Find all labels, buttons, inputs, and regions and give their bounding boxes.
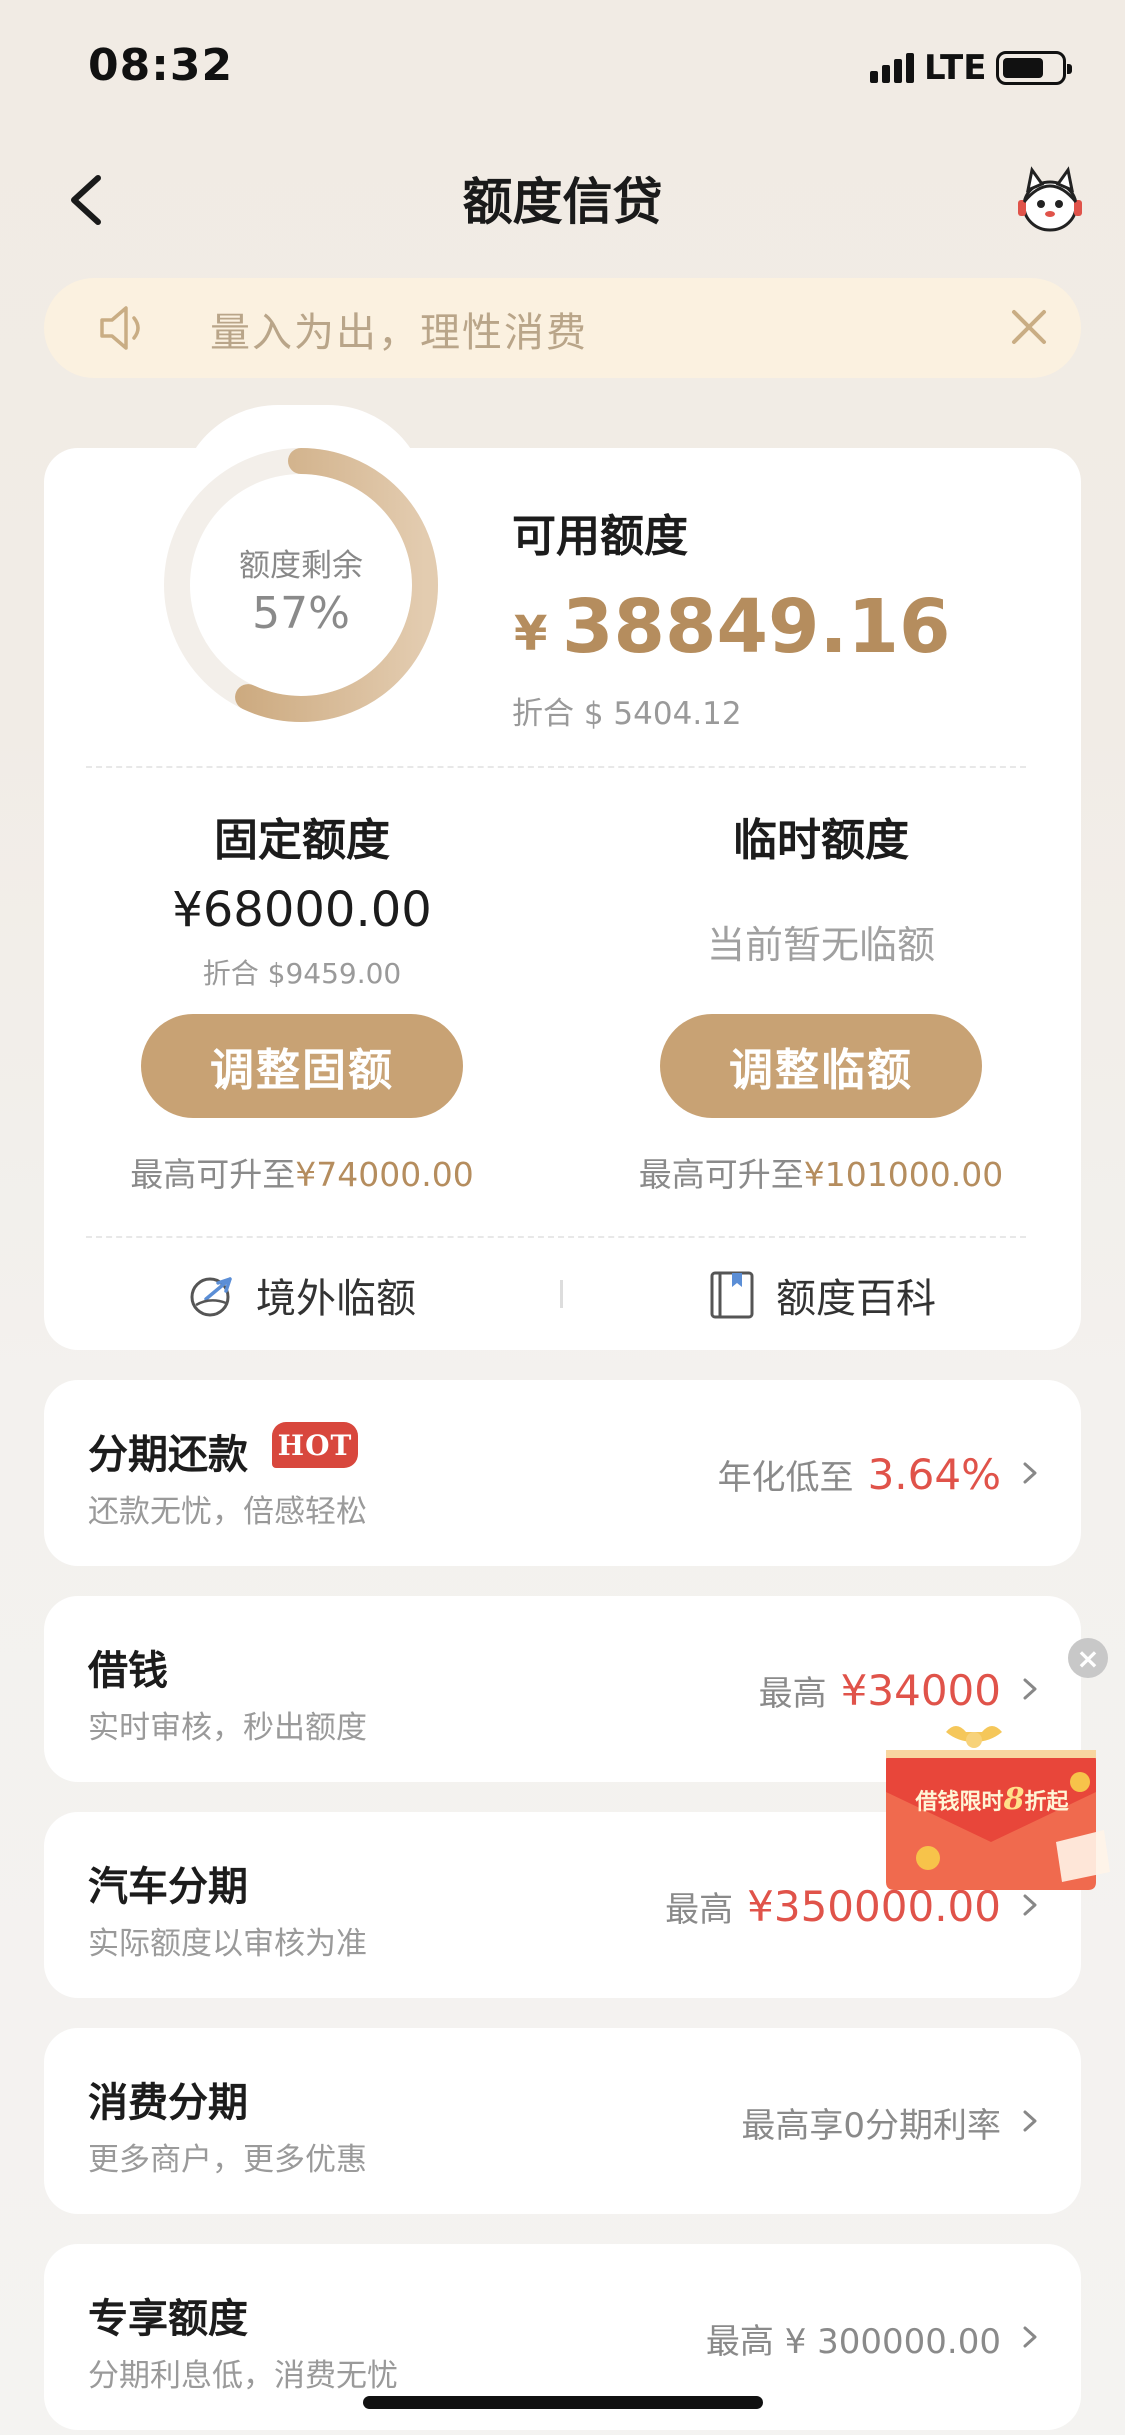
product-subtitle: 实际额度以审核为准 (88, 1926, 367, 1962)
fixed-credit-title: 固定额度 (214, 815, 390, 866)
product-right-label: 年化低至 (717, 1458, 854, 1498)
fixed-max-text: 最高可升至¥74000.00 (72, 1148, 532, 1196)
product-right-text: 最高享0分期利率 (741, 2106, 1001, 2146)
mascot-service-icon[interactable] (1010, 160, 1090, 240)
close-icon (1012, 310, 1046, 344)
product-right-label: 最高 (758, 1674, 827, 1714)
temporary-max-prefix: 最高可升至 (638, 1155, 804, 1194)
notice-close-button[interactable] (1004, 302, 1054, 352)
promo-text-before: 借钱限时 (915, 1789, 1004, 1815)
home-indicator[interactable] (363, 2396, 763, 2409)
remaining-label: 额度剩余 (239, 548, 363, 584)
available-converted: 折合 $ 5404.12 (512, 696, 742, 732)
adjust-fixed-button[interactable]: 调整固额 (141, 1014, 463, 1118)
product-right-info: 年化低至 3.64% (718, 1450, 1001, 1499)
temporary-max-text: 最高可升至¥101000.00 (591, 1148, 1051, 1196)
product-right-text: 最高 ¥ 300000.00 (705, 2322, 1001, 2362)
fixed-credit-converted: 折合 $9459.00 (202, 957, 402, 990)
battery-icon (996, 51, 1073, 85)
product-subtitle: 分期利息低，消费无忧 (88, 2358, 398, 2394)
promo-text-after: 折起 (1024, 1789, 1069, 1815)
fixed-credit-amount: ¥68000.00 (172, 882, 432, 938)
temporary-max-value: ¥101000.00 (803, 1155, 1004, 1194)
hot-badge: HOT (272, 1422, 358, 1468)
available-credit-amount: 38849.16 (562, 584, 951, 670)
available-credit-label: 可用额度 (512, 511, 688, 562)
page-title: 额度信贷 (462, 173, 663, 231)
product-right-value: 3.64% (867, 1450, 1001, 1499)
product-subtitle: 还款无忧，倍感轻松 (88, 1494, 367, 1530)
remaining-ring-chart (164, 448, 438, 722)
overseas-temp-credit-label: 境外临额 (256, 1276, 416, 1322)
available-currency: ¥ (514, 606, 548, 662)
divider (86, 1236, 1026, 1238)
promo-text: 借钱限时8折起 (892, 1782, 1092, 1817)
chevron-right-icon (1023, 1678, 1037, 1700)
product-title: 汽车分期 (88, 1864, 248, 1910)
product-right-info: 最高享0分期利率 (741, 2098, 1001, 2147)
chevron-right-icon (1023, 2110, 1037, 2132)
divider (86, 766, 1026, 768)
book-icon (710, 1271, 754, 1319)
product-title: 消费分期 (88, 2080, 248, 2126)
overseas-temp-credit-link[interactable]: 境外临额 (186, 1266, 416, 1324)
plane-globe-icon (190, 1277, 232, 1317)
product-title: 专享额度 (88, 2296, 248, 2342)
product-right-label: 最高 (665, 1890, 734, 1930)
product-right-value: ¥34000 (840, 1666, 1001, 1715)
fixed-max-value: ¥74000.00 (295, 1155, 474, 1194)
chevron-left-icon (71, 175, 101, 225)
product-title: 借钱 (88, 1648, 168, 1694)
promo-text-number: 8 (1003, 1782, 1025, 1817)
credit-wiki-link[interactable]: 额度百科 (706, 1266, 936, 1324)
speaker-icon (96, 302, 152, 354)
chevron-right-icon (1023, 2326, 1037, 2348)
fixed-max-prefix: 最高可升至 (130, 1155, 296, 1194)
product-row-installment-repay[interactable]: 分期还款 还款无忧，倍感轻松 年化低至 3.64% (44, 1380, 1081, 1566)
product-subtitle: 实时审核，秒出额度 (88, 1710, 367, 1746)
temporary-credit-status: 当前暂无临额 (706, 923, 935, 967)
credit-wiki-label: 额度百科 (776, 1276, 936, 1322)
chevron-right-icon (1023, 1462, 1037, 1484)
temporary-credit-title: 临时额度 (733, 815, 909, 866)
notice-text: 量入为出，理性消费 (210, 310, 588, 356)
signal-icon (870, 53, 914, 83)
tool-separator (560, 1280, 563, 1308)
product-subtitle: 更多商户，更多优惠 (88, 2142, 367, 2178)
status-time: 08:32 (88, 40, 234, 91)
product-title: 分期还款 (88, 1432, 248, 1478)
product-right-info: 最高 ¥34000 (759, 1666, 1001, 1715)
product-row-consumer-installment[interactable]: 消费分期 更多商户，更多优惠 最高享0分期利率 (44, 2028, 1081, 2214)
network-type: LTE (924, 48, 987, 88)
ad-close-button[interactable]: × (1068, 1638, 1108, 1678)
status-indicators: LTE (870, 48, 1073, 88)
back-button[interactable] (60, 160, 120, 240)
remaining-percent: 57% (252, 588, 350, 639)
adjust-temporary-button[interactable]: 调整临额 (660, 1014, 982, 1118)
product-right-info: 最高 ¥ 300000.00 (706, 2314, 1001, 2363)
